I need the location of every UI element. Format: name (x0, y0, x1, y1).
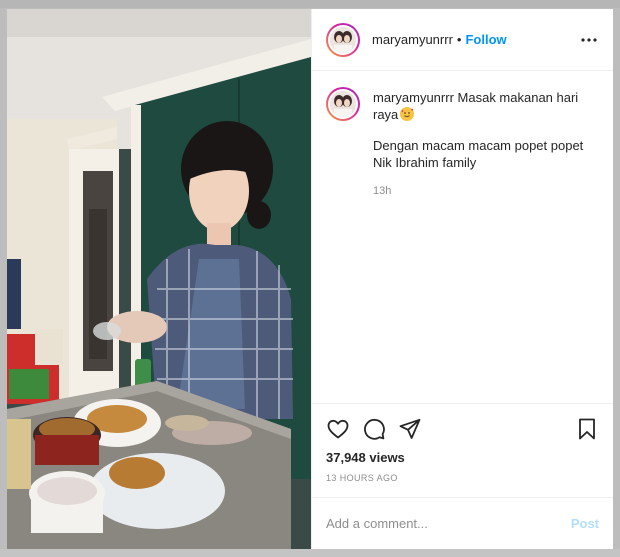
post-video[interactable] (7, 9, 311, 549)
backdrop-top (0, 0, 620, 8)
comments-area: maryamyunrrr Masak makanan hari raya Den… (312, 71, 613, 403)
comment-input[interactable] (326, 516, 571, 531)
post-side-panel: maryamyunrrr • Follow maryamyunrrr Masak… (311, 9, 613, 549)
caption: maryamyunrrr Masak makanan hari raya Den… (326, 87, 601, 200)
paper-plane-icon[interactable] (398, 417, 422, 441)
avatar-image (330, 26, 356, 53)
caption-second-line: Dengan macam macam popet popet Nik Ibrah… (373, 138, 584, 170)
more-options-icon[interactable] (577, 28, 601, 52)
post-comment-button[interactable]: Post (571, 516, 599, 531)
bookmark-icon[interactable] (575, 417, 599, 441)
video-frame (7, 9, 311, 549)
caption-avatar[interactable] (326, 87, 360, 121)
post-header: maryamyunrrr • Follow (312, 9, 613, 71)
comment-bar: Post (312, 497, 613, 549)
separator-dot: • (456, 32, 462, 47)
comment-bubble-icon[interactable] (362, 417, 386, 441)
post-modal: maryamyunrrr • Follow maryamyunrrr Masak… (7, 9, 613, 549)
action-icons (326, 414, 599, 444)
views-count[interactable]: 37,948 views (326, 450, 599, 465)
avatar[interactable] (326, 22, 360, 57)
caption-timestamp[interactable]: 13h (373, 183, 588, 200)
caption-username[interactable]: maryamyunrrr (373, 90, 454, 105)
follow-button[interactable]: Follow (465, 32, 506, 47)
caption-body: maryamyunrrr Masak makanan hari raya Den… (373, 89, 588, 200)
smiling-face-with-hearts-emoji-icon (400, 107, 415, 121)
post-time-ago[interactable]: 13 HOURS AGO (326, 473, 599, 483)
caption-avatar-image (330, 91, 356, 117)
actions-section: 37,948 views 13 HOURS AGO (312, 403, 613, 497)
heart-icon[interactable] (326, 417, 350, 441)
backdrop-bottom (0, 549, 620, 557)
username-link[interactable]: maryamyunrrr (372, 32, 453, 47)
